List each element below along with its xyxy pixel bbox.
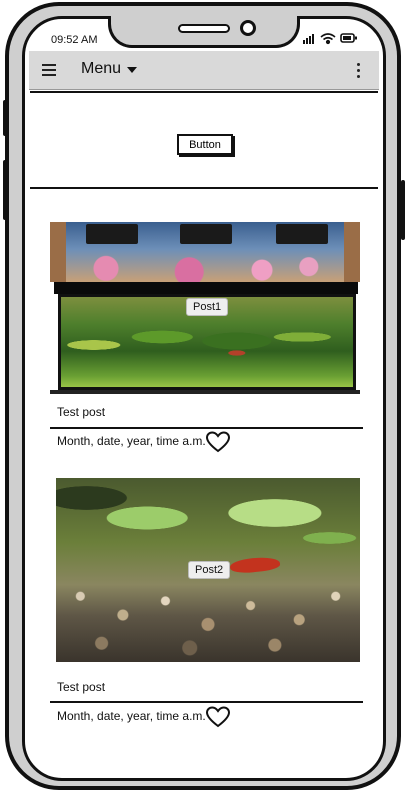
aquarium-frame-right: [344, 222, 360, 282]
post-label: Post1: [186, 298, 229, 316]
app-bar: Menu: [29, 51, 379, 90]
speaker-icon: [178, 24, 230, 33]
kebab-icon[interactable]: [357, 63, 361, 79]
post-title: Test post: [57, 680, 106, 694]
post-meta: Month, date, year, time a.m.: [57, 709, 206, 723]
menu-title[interactable]: Menu: [81, 60, 121, 78]
post-label: Post2: [188, 561, 231, 579]
aquarium-flowers: [80, 248, 340, 282]
shrimp-gravel: [56, 568, 360, 662]
hamburger-icon[interactable]: [42, 64, 56, 76]
post-divider: [50, 701, 363, 703]
heart-icon[interactable]: [206, 706, 230, 728]
aquarium-lamp: [180, 224, 232, 244]
heart-icon[interactable]: [206, 431, 230, 453]
post-divider: [50, 427, 363, 429]
side-button-left: [3, 100, 7, 136]
side-button-left-volume: [3, 160, 7, 220]
post-title: Test post: [57, 405, 106, 419]
main-button[interactable]: Button: [177, 134, 233, 155]
battery-icon: [340, 33, 357, 43]
camera-icon: [240, 20, 256, 36]
button-panel: Button: [30, 91, 378, 189]
aquarium-stand: [50, 390, 360, 394]
aquarium-lamp: [276, 224, 328, 244]
wifi-icon: [320, 33, 336, 45]
status-icons: [303, 33, 357, 45]
status-time: 09:52 AM: [51, 34, 98, 46]
aquarium-rim: [54, 282, 358, 294]
signal-icon: [303, 34, 314, 44]
chevron-down-icon[interactable]: [127, 67, 137, 73]
post-meta: Month, date, year, time a.m.: [57, 434, 206, 448]
aquarium-frame-left: [50, 222, 66, 282]
aquarium-lamp: [86, 224, 138, 244]
side-button-right: [401, 180, 405, 240]
